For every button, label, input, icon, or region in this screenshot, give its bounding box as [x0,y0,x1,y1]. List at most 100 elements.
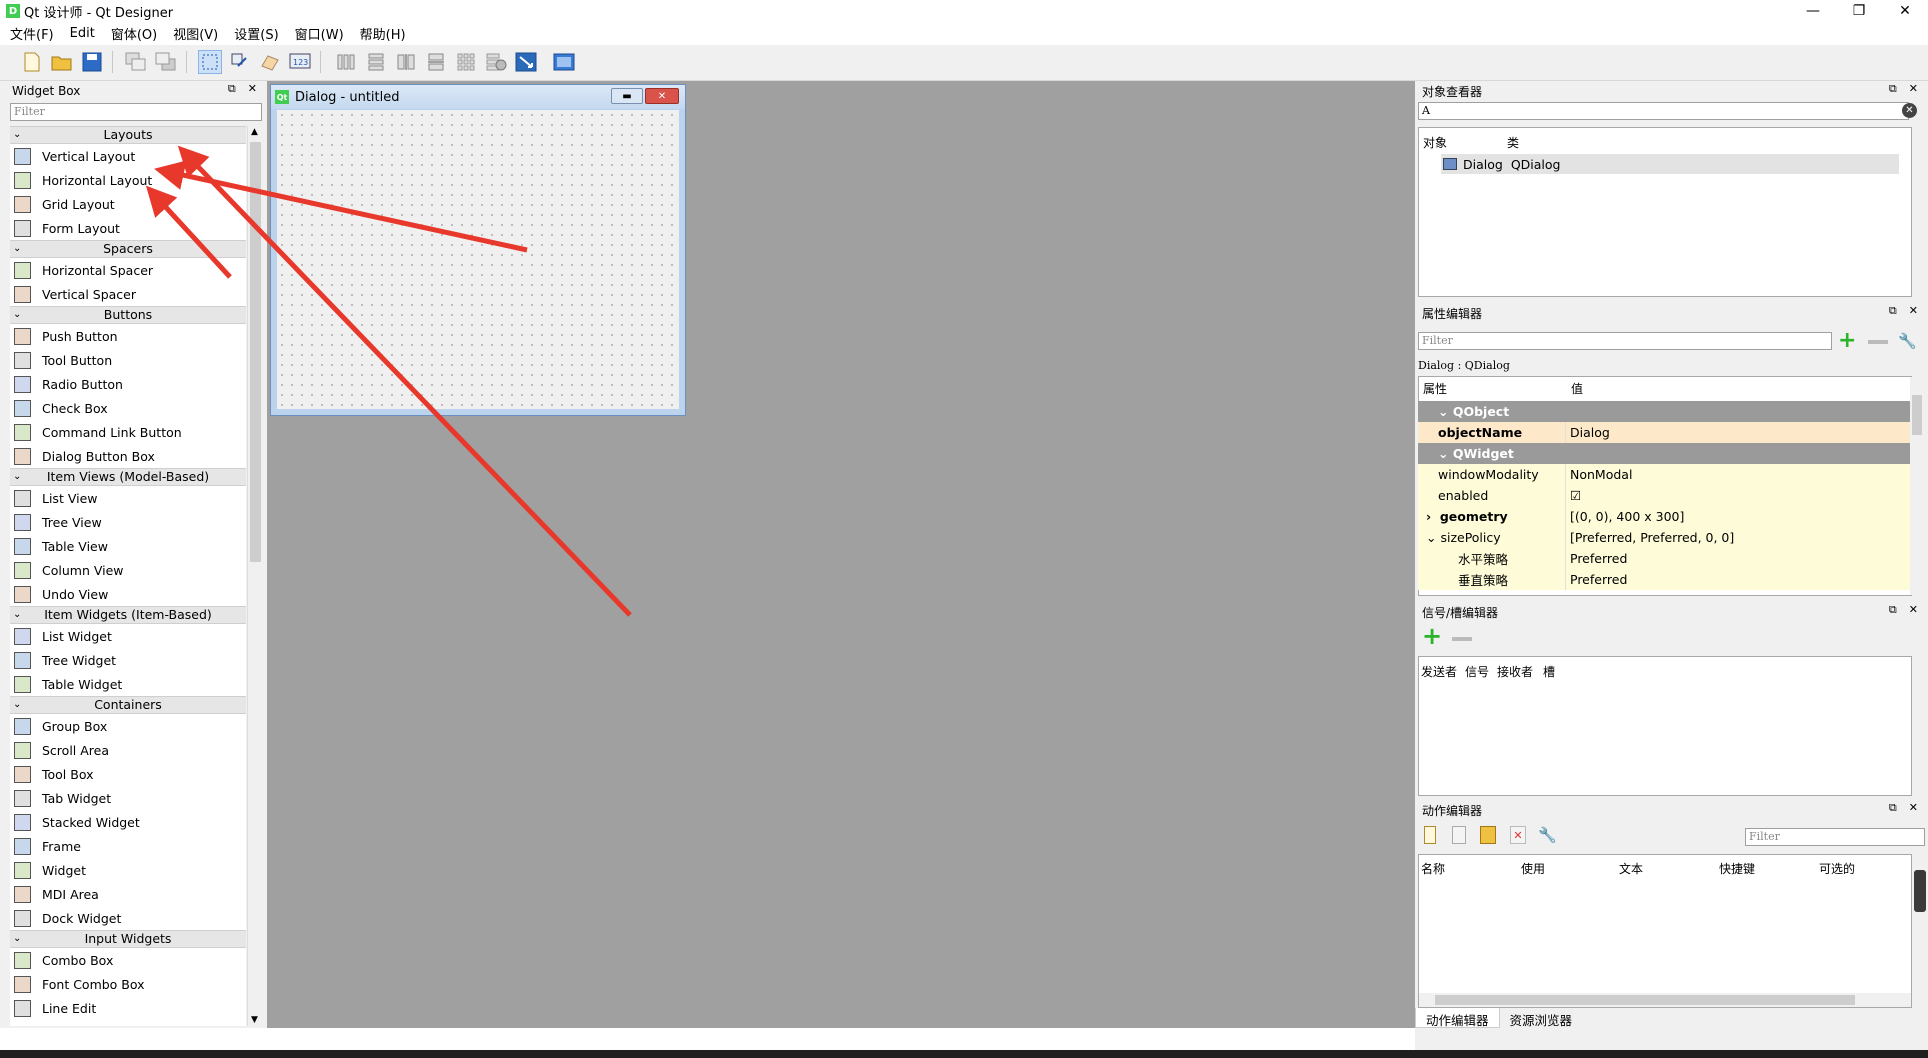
configure-actions-icon[interactable]: 🔧 [1538,826,1557,844]
property-filter-input[interactable]: Filter [1418,332,1832,350]
delete-action-icon[interactable]: ✕ [1510,826,1526,844]
edit-tab-order-icon[interactable]: 123 [288,50,312,74]
preview-icon[interactable] [552,50,576,74]
dialog-minimize-button[interactable]: ▬ [611,88,643,104]
widget-item[interactable]: Tree View [10,510,246,534]
widget-item[interactable]: Scroll Area [10,738,246,762]
prop-objectname[interactable]: objectName Dialog [1418,422,1912,443]
close-icon[interactable]: ✕ [1909,82,1918,96]
category-header[interactable]: ⌄ Item Widgets (Item-Based) [10,606,246,624]
widget-item[interactable]: Vertical Spacer [10,282,246,306]
vertical-splitter-icon[interactable] [424,50,448,74]
category-header[interactable]: ⌄ Buttons [10,306,246,324]
actions-hscrollbar[interactable] [1419,993,1911,1007]
widget-box-filter-input[interactable]: Filter [10,103,262,121]
menu-form[interactable]: 窗体(O) [111,24,157,43]
widget-item[interactable]: Form Layout [10,216,246,240]
group-qobject[interactable]: ⌄ QObject [1418,401,1912,422]
property-scrollbar[interactable] [1910,377,1924,595]
widget-item[interactable]: Tool Box [10,762,246,786]
maximize-button[interactable]: ❐ [1836,0,1882,22]
edit-buddies-icon[interactable] [258,50,282,74]
remove-connection-icon[interactable] [1452,637,1472,641]
object-inspector-filter-input[interactable]: A [1418,102,1909,120]
menu-window[interactable]: 窗口(W) [295,24,344,43]
save-icon[interactable] [80,50,104,74]
prop-vpolicy[interactable]: 垂直策略 Preferred [1418,569,1912,590]
lay-out-vertically-icon[interactable] [364,50,388,74]
grid-layout-icon[interactable] [454,50,478,74]
close-icon[interactable]: ✕ [1909,304,1918,318]
float-icon[interactable]: ⧉ [1889,304,1897,318]
widget-item[interactable]: Horizontal Spacer [10,258,246,282]
edit-widgets-icon[interactable] [198,50,222,74]
widget-item[interactable]: Dialog Button Box [10,444,246,468]
copy-action-icon[interactable] [1452,826,1466,844]
widget-item[interactable]: Undo View [10,582,246,606]
add-connection-icon[interactable]: + [1422,624,1442,648]
lay-out-horizontally-icon[interactable] [334,50,358,74]
widget-item[interactable]: List Widget [10,624,246,648]
widget-item[interactable]: Stacked Widget [10,810,246,834]
prop-windowmodality[interactable]: windowModality NonModal [1418,464,1912,485]
open-folder-icon[interactable] [50,50,74,74]
add-property-icon[interactable]: + [1838,330,1856,352]
close-window-button[interactable]: ✕ [1882,0,1928,22]
scroll-thumb[interactable] [1912,395,1922,435]
enabled-checkbox[interactable]: ☑ [1566,488,1581,503]
group-qwidget[interactable]: ⌄ QWidget [1418,443,1912,464]
object-row-dialog[interactable]: Dialog QDialog [1441,154,1899,174]
widget-item[interactable]: Horizontal Layout [10,168,246,192]
break-layout-icon[interactable] [484,50,508,74]
prop-geometry[interactable]: › geometry [(0, 0), 400 x 300] [1418,506,1912,527]
clear-filter-icon[interactable]: ✕ [1902,103,1917,118]
widget-item[interactable]: Frame [10,834,246,858]
tab-action-editor[interactable]: 动作编辑器 [1415,1008,1500,1028]
widget-item[interactable]: Vertical Layout [10,144,246,168]
close-icon[interactable]: ✕ [248,82,257,96]
widget-item[interactable]: List View [10,486,246,510]
widget-item[interactable]: Tab Widget [10,786,246,810]
configure-icon[interactable]: 🔧 [1898,332,1917,350]
category-header[interactable]: ⌄ Spacers [10,240,246,258]
scroll-thumb[interactable] [1435,995,1855,1005]
widget-item[interactable]: Table Widget [10,672,246,696]
category-header[interactable]: ⌄ Containers [10,696,246,714]
scroll-up-icon[interactable]: ▲ [251,127,258,137]
dialog-close-button[interactable]: ✕ [645,88,679,104]
paste-action-icon[interactable] [1480,826,1496,844]
widget-item[interactable]: Combo Box [10,948,246,972]
float-icon[interactable]: ⧉ [228,82,236,96]
dialog-form-window[interactable]: Qt Dialog - untitled ▬ ✕ [270,84,686,416]
widget-item[interactable]: Widget [10,858,246,882]
new-action-icon[interactable] [1424,826,1436,844]
menu-help[interactable]: 帮助(H) [360,24,406,43]
widget-item[interactable]: Dock Widget [10,906,246,930]
adjust-size-icon[interactable] [514,50,538,74]
widget-item[interactable]: Group Box [10,714,246,738]
close-icon[interactable]: ✕ [1909,603,1918,617]
remove-property-icon[interactable] [1868,340,1888,344]
widget-item[interactable]: Tool Button [10,348,246,372]
menu-edit[interactable]: Edit [70,26,95,41]
prop-hpolicy[interactable]: 水平策略 Preferred [1418,548,1912,569]
prop-enabled[interactable]: enabled ☑ [1418,485,1912,506]
widget-item[interactable]: Column View [10,558,246,582]
action-filter-input[interactable]: Filter [1745,828,1925,846]
widget-item[interactable]: Tree Widget [10,648,246,672]
horizontal-splitter-icon[interactable] [394,50,418,74]
edit-signals-slots-icon[interactable] [228,50,252,74]
float-icon[interactable]: ⧉ [1889,82,1897,96]
side-handle[interactable] [1914,870,1926,912]
new-file-icon[interactable] [20,50,44,74]
widget-item[interactable]: MDI Area [10,882,246,906]
menu-file[interactable]: 文件(F) [10,24,54,43]
widget-box-scrollbar[interactable]: ▲ ▼ [247,126,262,1026]
menu-settings[interactable]: 设置(S) [234,24,278,43]
close-icon[interactable]: ✕ [1909,801,1918,815]
widget-item[interactable]: Push Button [10,324,246,348]
bring-to-front-icon[interactable] [154,50,178,74]
widget-item[interactable]: Command Link Button [10,420,246,444]
category-header[interactable]: ⌄ Item Views (Model-Based) [10,468,246,486]
float-icon[interactable]: ⧉ [1889,603,1897,617]
